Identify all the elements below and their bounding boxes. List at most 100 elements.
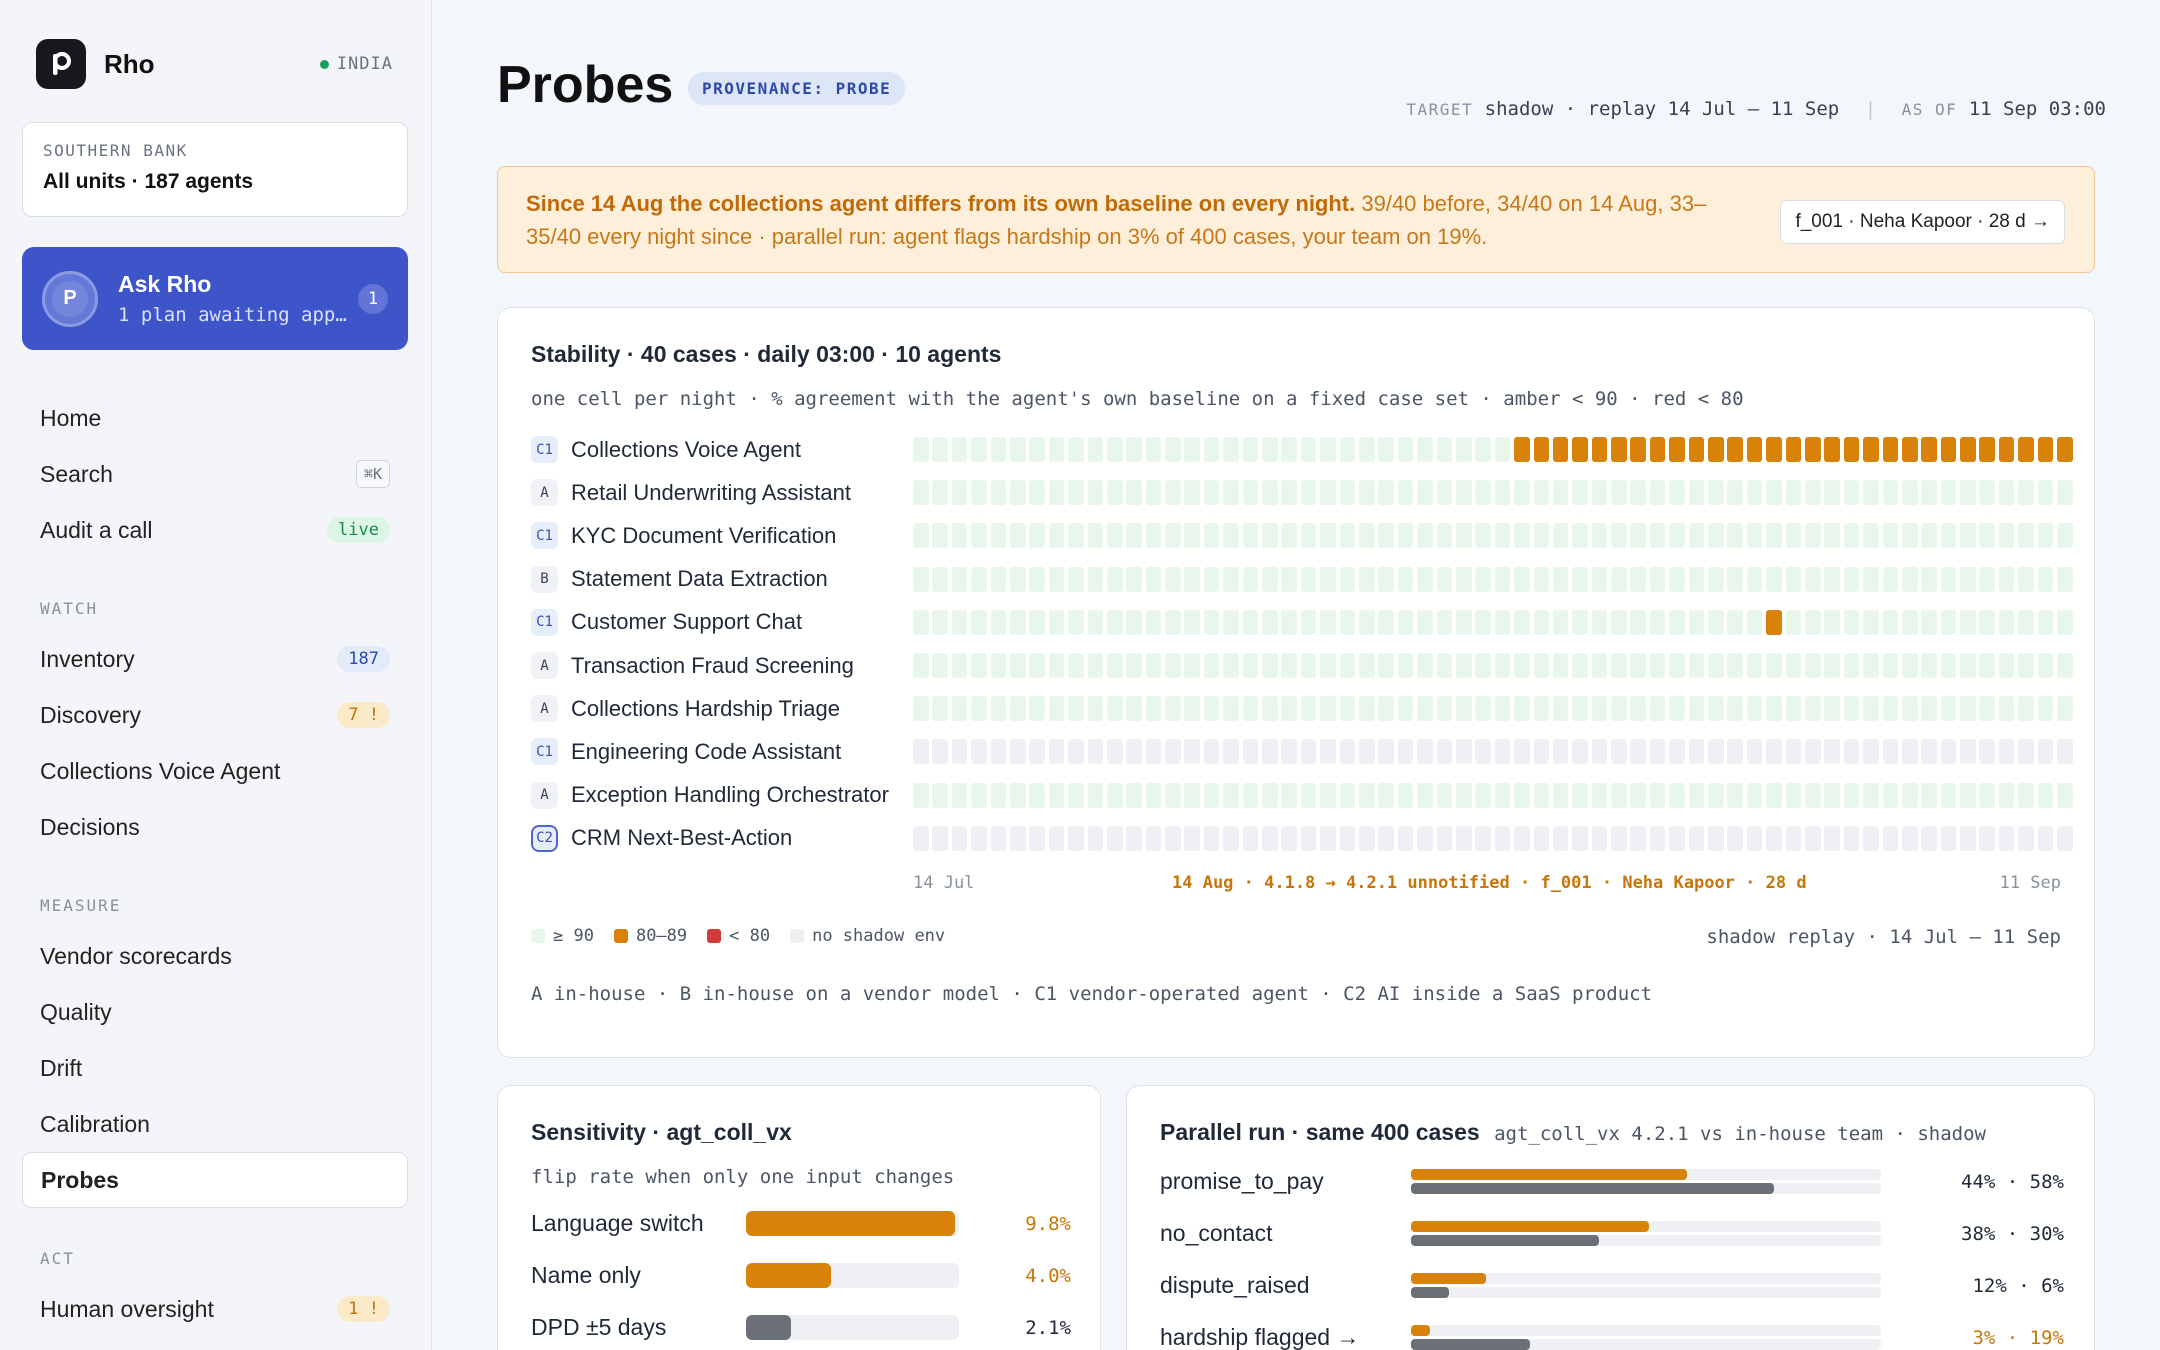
night-cell[interactable] bbox=[2057, 739, 2073, 765]
night-cell[interactable] bbox=[1048, 437, 1065, 463]
night-cell[interactable] bbox=[932, 696, 948, 722]
night-cell[interactable] bbox=[1281, 566, 1298, 592]
night-cell[interactable] bbox=[1727, 825, 1743, 851]
night-cell[interactable] bbox=[1940, 739, 1957, 765]
night-cell[interactable] bbox=[1358, 782, 1375, 808]
night-cell[interactable] bbox=[2057, 609, 2073, 635]
night-cell[interactable] bbox=[1901, 609, 1918, 635]
night-cell[interactable] bbox=[951, 696, 968, 722]
night-cell[interactable] bbox=[1591, 782, 1608, 808]
night-cell[interactable] bbox=[1203, 480, 1220, 506]
night-cell[interactable] bbox=[1455, 523, 1472, 549]
night-cell[interactable] bbox=[2018, 782, 2034, 808]
night-cell[interactable] bbox=[1494, 437, 1511, 463]
night-cell[interactable] bbox=[1281, 782, 1298, 808]
night-cell[interactable] bbox=[1940, 696, 1957, 722]
night-cell[interactable] bbox=[1552, 825, 1569, 851]
night-cell[interactable] bbox=[1300, 653, 1317, 679]
night-cell[interactable] bbox=[1223, 480, 1239, 506]
night-cell[interactable] bbox=[1281, 437, 1298, 463]
agent-row[interactable]: C1 Customer Support Chat bbox=[531, 601, 2073, 644]
night-cell[interactable] bbox=[1184, 523, 1201, 549]
night-cell[interactable] bbox=[1843, 480, 1860, 506]
night-cell[interactable] bbox=[1281, 696, 1298, 722]
night-cell[interactable] bbox=[1824, 609, 1840, 635]
night-cell[interactable] bbox=[1669, 739, 1685, 765]
night-cell[interactable] bbox=[1397, 566, 1414, 592]
night-cell[interactable] bbox=[1320, 437, 1336, 463]
night-cell[interactable] bbox=[1378, 739, 1394, 765]
night-cell[interactable] bbox=[1688, 653, 1705, 679]
night-cell[interactable] bbox=[1746, 480, 1763, 506]
night-cell[interactable] bbox=[1998, 480, 2015, 506]
night-cell[interactable] bbox=[1068, 653, 1084, 679]
night-cell[interactable] bbox=[1106, 739, 1123, 765]
night-cell[interactable] bbox=[1630, 437, 1647, 463]
night-cell[interactable] bbox=[1242, 523, 1259, 549]
night-cell[interactable] bbox=[1746, 653, 1763, 679]
night-cell[interactable] bbox=[1165, 739, 1181, 765]
night-cell[interactable] bbox=[1669, 437, 1685, 463]
night-cell[interactable] bbox=[1611, 437, 1627, 463]
night-cell[interactable] bbox=[1863, 523, 1879, 549]
night-cell[interactable] bbox=[1921, 782, 1937, 808]
night-cell[interactable] bbox=[1087, 696, 1104, 722]
night-cell[interactable] bbox=[1591, 739, 1608, 765]
agent-row[interactable]: C2 CRM Next-Best-Action bbox=[531, 817, 2073, 860]
night-cell[interactable] bbox=[1009, 480, 1026, 506]
night-cell[interactable] bbox=[2018, 825, 2034, 851]
night-cell[interactable] bbox=[913, 825, 929, 851]
night-cell[interactable] bbox=[1804, 480, 1821, 506]
night-cell[interactable] bbox=[1087, 653, 1104, 679]
night-cell[interactable] bbox=[2037, 696, 2054, 722]
night-cell[interactable] bbox=[1708, 825, 1724, 851]
night-cell[interactable] bbox=[1087, 480, 1104, 506]
night-cell[interactable] bbox=[1649, 653, 1666, 679]
night-cell[interactable] bbox=[1882, 523, 1899, 549]
night-cell[interactable] bbox=[1514, 696, 1530, 722]
night-cell[interactable] bbox=[1960, 437, 1976, 463]
night-cell[interactable] bbox=[1552, 653, 1569, 679]
night-cell[interactable] bbox=[1242, 825, 1259, 851]
night-cell[interactable] bbox=[1979, 739, 1996, 765]
night-cell[interactable] bbox=[1727, 480, 1743, 506]
night-cell[interactable] bbox=[1882, 566, 1899, 592]
night-cell[interactable] bbox=[1746, 437, 1763, 463]
night-cell[interactable] bbox=[1320, 696, 1336, 722]
night-cell[interactable] bbox=[1804, 609, 1821, 635]
night-cell[interactable] bbox=[1766, 739, 1782, 765]
night-cell[interactable] bbox=[1766, 437, 1782, 463]
night-cell[interactable] bbox=[990, 566, 1007, 592]
night-cell[interactable] bbox=[1882, 437, 1899, 463]
night-cell[interactable] bbox=[1339, 739, 1356, 765]
night-cell[interactable] bbox=[1901, 480, 1918, 506]
night-cell[interactable] bbox=[1843, 653, 1860, 679]
night-cell[interactable] bbox=[1455, 653, 1472, 679]
night-cell[interactable] bbox=[1572, 566, 1588, 592]
night-cell[interactable] bbox=[1087, 437, 1104, 463]
night-cell[interactable] bbox=[1611, 480, 1627, 506]
night-cell[interactable] bbox=[1281, 523, 1298, 549]
night-cell[interactable] bbox=[913, 480, 929, 506]
night-cell[interactable] bbox=[1921, 480, 1937, 506]
night-cell[interactable] bbox=[1106, 566, 1123, 592]
night-cell[interactable] bbox=[1824, 437, 1840, 463]
night-cell[interactable] bbox=[1824, 825, 1840, 851]
night-cell[interactable] bbox=[1029, 609, 1045, 635]
night-cell[interactable] bbox=[1106, 825, 1123, 851]
night-cell[interactable] bbox=[1048, 739, 1065, 765]
night-cell[interactable] bbox=[1727, 739, 1743, 765]
night-cell[interactable] bbox=[1494, 609, 1511, 635]
night-cell[interactable] bbox=[1514, 480, 1530, 506]
parallel-row[interactable]: promise_to_pay 44% · 58% bbox=[1160, 1166, 2064, 1197]
night-cell[interactable] bbox=[1708, 480, 1724, 506]
night-cell[interactable] bbox=[1106, 609, 1123, 635]
night-cell[interactable] bbox=[1300, 696, 1317, 722]
nav-item-human-oversight[interactable]: Human oversight 1 ! bbox=[22, 1281, 408, 1337]
night-cell[interactable] bbox=[1184, 825, 1201, 851]
night-cell[interactable] bbox=[1785, 782, 1802, 808]
night-cell[interactable] bbox=[1300, 566, 1317, 592]
night-cell[interactable] bbox=[1843, 523, 1860, 549]
night-cell[interactable] bbox=[1397, 523, 1414, 549]
night-cell[interactable] bbox=[1785, 523, 1802, 549]
